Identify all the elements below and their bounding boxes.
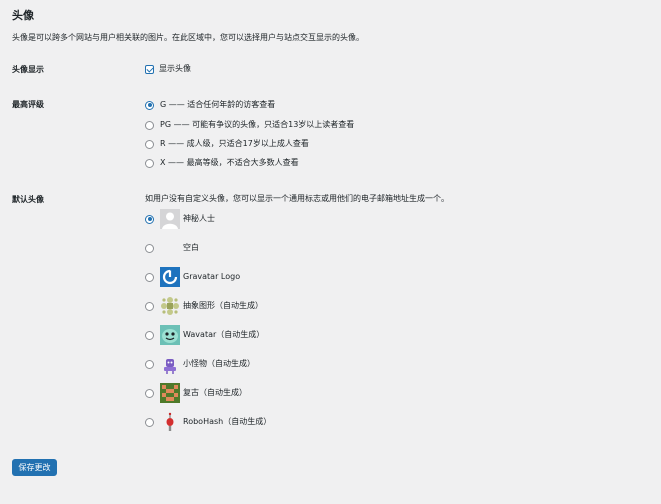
save-changes-button[interactable]: 保存更改: [12, 459, 57, 476]
rating-option-x[interactable]: X —— 最高等级，不适合大多数人查看: [145, 158, 299, 168]
avatar-settings-page: 头像 头像是可以跨多个网站与用户相关联的图片。在此区域中，您可以选择用户与站点交…: [0, 0, 661, 504]
robohash-avatar-icon: [160, 412, 180, 432]
page-title: 头像: [12, 9, 34, 22]
mystery-person-avatar-icon: [160, 209, 180, 229]
default-avatar-option-identicon[interactable]: 抽象图形（自动生成）: [145, 296, 263, 316]
show-avatars-checkbox[interactable]: [145, 64, 154, 74]
show-avatars-checkbox-label: 显示头像: [159, 64, 191, 73]
page-description: 头像是可以跨多个网站与用户相关联的图片。在此区域中，您可以选择用户与站点交互显示…: [12, 33, 364, 42]
rating-radio-r[interactable]: [145, 139, 154, 149]
rating-option-label: G —— 适合任何年龄的访客查看: [160, 100, 276, 109]
default-avatar-radio-retro[interactable]: [145, 388, 154, 398]
default-avatar-option-label: 神秘人士: [183, 213, 215, 223]
rating-radio-g[interactable]: [145, 100, 154, 110]
wavatar-avatar-icon: [160, 325, 180, 345]
default-avatar-option-robohash[interactable]: RoboHash（自动生成）: [145, 412, 271, 432]
identicon-avatar-icon: [160, 296, 180, 316]
default-avatar-option-monsterid[interactable]: 小怪物（自动生成）: [145, 354, 255, 374]
default-avatar-radio-robohash[interactable]: [145, 417, 154, 427]
default-avatar-option-blank[interactable]: 空白: [145, 238, 199, 258]
default-avatar-option-label: 小怪物（自动生成）: [183, 358, 255, 368]
show-avatars-option[interactable]: 显示头像: [145, 64, 191, 74]
default-avatar-radio-gravatar[interactable]: [145, 272, 154, 282]
rating-option-r[interactable]: R —— 成人级，只适合17岁以上成人查看: [145, 139, 309, 149]
rating-option-label: X —— 最高等级，不适合大多数人查看: [160, 158, 299, 167]
default-avatar-option-label: 复古（自动生成）: [183, 387, 247, 397]
rating-option-label: PG —— 可能有争议的头像，只适合13岁以上读者查看: [160, 120, 355, 129]
default-avatar-option-label: Wavatar（自动生成）: [183, 329, 265, 339]
rating-option-g[interactable]: G —— 适合任何年龄的访客查看: [145, 100, 275, 110]
default-avatar-option-label: 抽象图形（自动生成）: [183, 300, 263, 310]
rating-radio-x[interactable]: [145, 158, 154, 168]
default-avatar-radio-mystery[interactable]: [145, 214, 154, 224]
monsterid-avatar-icon: [160, 354, 180, 374]
rating-option-pg[interactable]: PG —— 可能有争议的头像，只适合13岁以上读者查看: [145, 120, 354, 130]
default-avatar-radio-monsterid[interactable]: [145, 359, 154, 369]
rating-radio-pg[interactable]: [145, 120, 154, 130]
default-avatar-option-label: 空白: [183, 242, 199, 252]
default-avatar-option-wavatar[interactable]: Wavatar（自动生成）: [145, 325, 264, 345]
default-avatar-label: 默认头像: [12, 195, 44, 204]
default-avatar-radio-identicon[interactable]: [145, 301, 154, 311]
default-avatar-radio-wavatar[interactable]: [145, 330, 154, 340]
default-avatar-option-mystery[interactable]: 神秘人士: [145, 209, 215, 229]
retro-avatar-icon: [160, 383, 180, 403]
default-avatar-option-retro[interactable]: 复古（自动生成）: [145, 383, 247, 403]
default-avatar-option-label: RoboHash（自动生成）: [183, 416, 272, 426]
rating-option-label: R —— 成人级，只适合17岁以上成人查看: [160, 139, 309, 148]
max-rating-label: 最高评级: [12, 100, 44, 109]
default-avatar-radio-blank[interactable]: [145, 243, 154, 253]
gravatar-logo-avatar-icon: [160, 267, 180, 287]
blank-avatar-icon: [160, 238, 180, 258]
show-avatars-label: 头像显示: [12, 65, 44, 74]
default-avatar-description: 如用户没有自定义头像，您可以显示一个通用标志或用他们的电子邮箱地址生成一个。: [145, 194, 449, 203]
default-avatar-option-label: Gravatar Logo: [183, 271, 241, 281]
default-avatar-option-gravatar[interactable]: Gravatar Logo: [145, 267, 240, 287]
